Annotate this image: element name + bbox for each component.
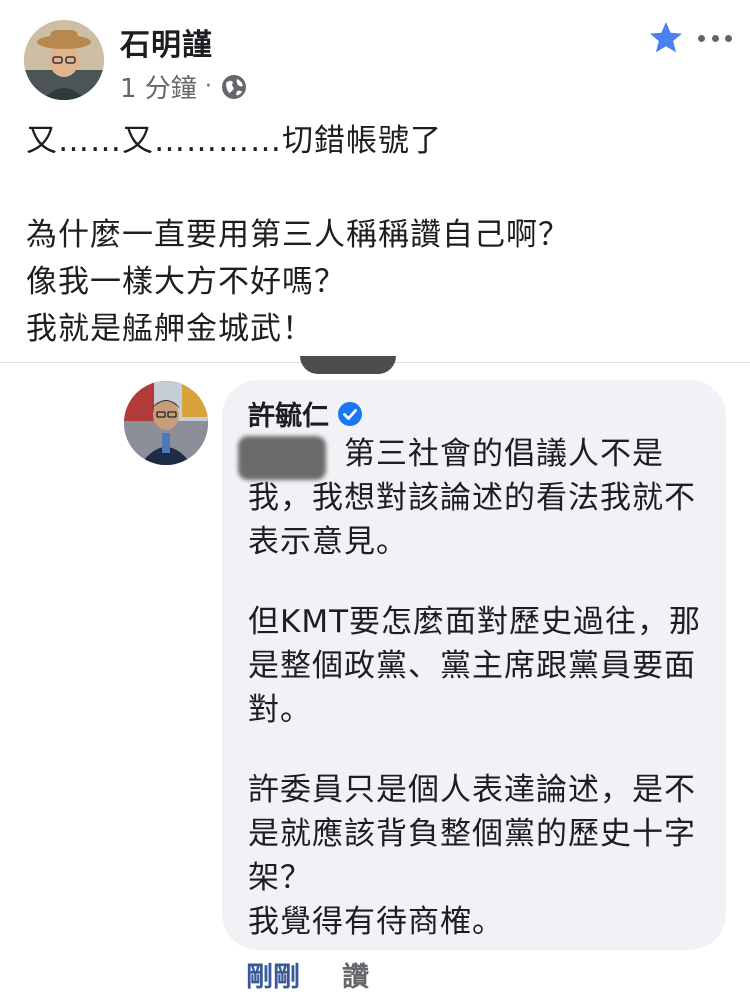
post-line: 又……又…………切錯帳號了 <box>26 123 442 159</box>
comment-bubble: 許毓仁 第三社會的倡議人不是 我，我想對該論述的看法我就不 表示意見。 但KMT… <box>222 380 726 950</box>
more-dot <box>711 34 719 42</box>
star-icon[interactable] <box>648 20 684 56</box>
image-crop-artifact <box>300 356 396 374</box>
comment-actions: 剛剛 讚 <box>246 955 369 994</box>
author-avatar[interactable] <box>24 20 104 100</box>
comment-line: 我，我想對該論述的看法我就不 <box>248 480 696 516</box>
post-meta: 1 分鐘 · <box>120 68 248 105</box>
more-dot <box>725 34 732 42</box>
meta-separator: · <box>204 74 212 99</box>
comment-line: 架？ <box>248 860 312 896</box>
comment-time-link[interactable]: 剛剛 <box>246 955 300 994</box>
post-body: 又……又…………切錯帳號了 為什麼一直要用第三人稱稱讚自己啊？ 像我一樣大方不好… <box>26 118 726 353</box>
commenter-name-row: 許毓仁 <box>248 394 363 433</box>
commenter-name[interactable]: 許毓仁 <box>248 394 329 433</box>
post-line <box>26 165 726 212</box>
verified-badge-icon <box>338 401 362 426</box>
author-avatar-illustration <box>24 20 104 100</box>
like-button[interactable]: 讚 <box>342 955 369 994</box>
commenter-avatar[interactable] <box>124 381 208 465</box>
comment-line: 我覺得有待商榷。 <box>248 904 504 940</box>
comment-line: 對。 <box>248 692 312 728</box>
facebook-post-page: 石明謹 1 分鐘 · 又……又…………切錯帳號了 為什麼一直要用第三人稱稱讚自己… <box>0 0 750 995</box>
comment-line: 是整個政黨、黨主席跟黨員要面 <box>248 648 696 684</box>
post-line: 我就是艋舺金城武！ <box>26 311 314 347</box>
author-name[interactable]: 石明謹 <box>120 20 213 64</box>
comment-line <box>248 564 718 600</box>
redaction-blur <box>238 436 326 480</box>
post-line: 像我一樣大方不好嗎？ <box>26 264 346 300</box>
comment-line: 是就應該背負整個黨的歷史十字 <box>248 816 696 852</box>
commenter-avatar-illustration <box>124 381 208 465</box>
comment-line: 但KMT要怎麼面對歷史過往，那 <box>248 604 702 640</box>
comment-line <box>248 732 718 768</box>
globe-icon[interactable] <box>220 73 248 101</box>
comment-text: 第三社會的倡議人不是 我，我想對該論述的看法我就不 表示意見。 但KMT要怎麼面… <box>248 432 718 944</box>
comment-line: 表示意見。 <box>248 524 408 560</box>
comment-line: 許委員只是個人表達論述，是不 <box>248 772 696 808</box>
post-header: 石明謹 1 分鐘 · <box>0 0 750 110</box>
more-dot <box>698 34 705 42</box>
post-line: 為什麼一直要用第三人稱稱讚自己啊？ <box>26 217 570 253</box>
post-time[interactable]: 1 分鐘 <box>120 68 197 105</box>
more-options-icon[interactable] <box>698 26 732 50</box>
